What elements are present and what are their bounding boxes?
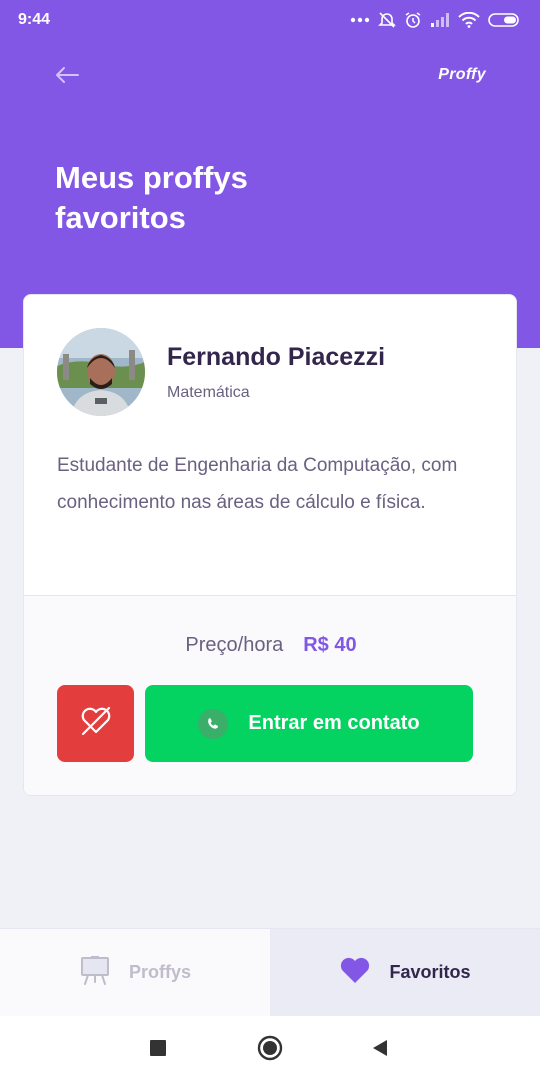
status-bar: 9:44 (0, 0, 540, 40)
alarm-icon (404, 11, 422, 29)
avatar (57, 328, 145, 416)
home-circle-icon[interactable] (256, 1034, 284, 1062)
back-button[interactable] (50, 62, 84, 92)
heart-off-icon (80, 706, 112, 741)
tab-proffys-label: Proffys (128, 962, 191, 982)
teacher-subject: Matemática (167, 384, 250, 401)
price-label: Preço/hora (185, 634, 284, 656)
system-nav-bar (0, 1016, 540, 1080)
alarm-off-icon (378, 11, 396, 29)
page-title: Meus proffys favoritos (55, 158, 355, 238)
wifi-icon (458, 12, 480, 28)
whatsapp-icon (198, 708, 229, 739)
heart-icon (339, 956, 371, 989)
teacher-name: Fernando Piacezzi (167, 343, 386, 371)
easel-icon (79, 955, 111, 990)
tab-bar: Proffys Favoritos (0, 928, 540, 1016)
tab-favoritos-label: Favoritos (389, 962, 471, 982)
price-row: Preço/hora R$ 40 (24, 634, 516, 657)
back-triangle-icon[interactable] (368, 1036, 392, 1060)
page-title-line2: favoritos (55, 200, 186, 235)
page-title-line1: Meus proffys (55, 160, 248, 195)
more-dots-icon (350, 17, 370, 23)
teacher-card: Fernando Piacezzi Matemática Estudante d… (23, 294, 517, 796)
battery-icon (488, 12, 522, 28)
arrow-left-icon (54, 65, 80, 90)
contact-button[interactable]: Entrar em contato (145, 685, 473, 762)
tab-proffys[interactable]: Proffys (0, 929, 270, 1016)
tab-favoritos[interactable]: Favoritos (270, 929, 540, 1016)
contact-label: Entrar em contato (248, 712, 420, 734)
status-time: 9:44 (18, 11, 51, 28)
unfavorite-button[interactable] (57, 685, 134, 762)
recents-square-icon[interactable] (146, 1036, 170, 1060)
teacher-bio: Estudante de Engenharia da Computação, c… (57, 455, 458, 513)
signal-icon (430, 12, 450, 28)
price-value: R$ 40 (303, 634, 357, 656)
status-icons (350, 11, 522, 29)
proffy-logo: Proffy (438, 66, 486, 83)
